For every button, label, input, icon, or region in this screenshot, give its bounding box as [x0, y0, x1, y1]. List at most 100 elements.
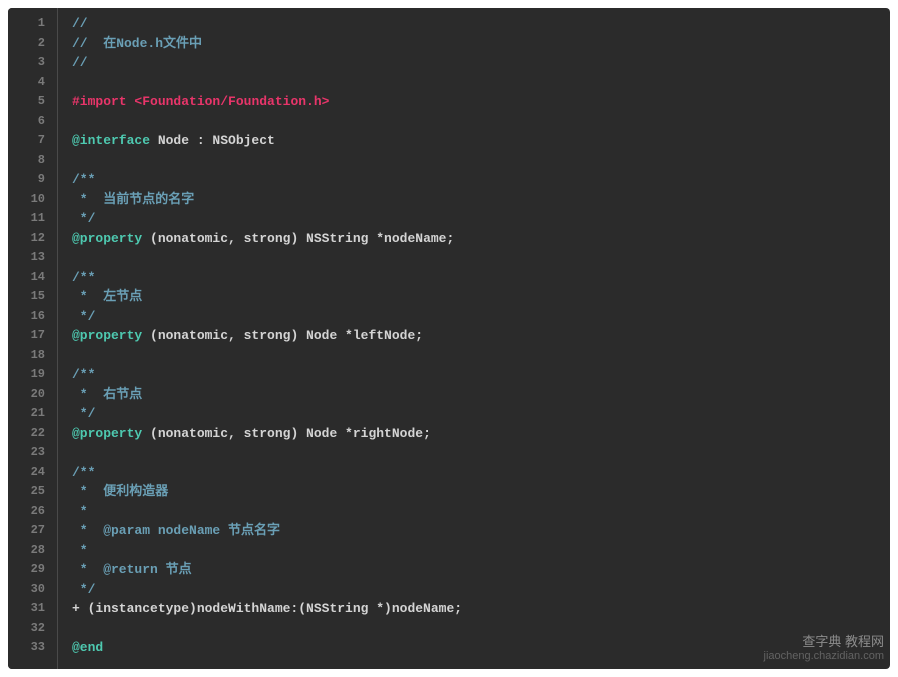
line-number: 11	[8, 209, 57, 229]
line-number: 2	[8, 34, 57, 54]
line-number: 33	[8, 638, 57, 658]
line-number: 14	[8, 268, 57, 288]
code-token: //	[72, 55, 88, 70]
line-number: 5	[8, 92, 57, 112]
line-number: 23	[8, 443, 57, 463]
code-line: * @param nodeName 节点名字	[72, 521, 890, 541]
code-token: /**	[72, 367, 95, 382]
code-token: * 便利构造器	[72, 484, 168, 499]
line-number: 20	[8, 385, 57, 405]
code-token: @property	[72, 426, 142, 441]
line-number: 24	[8, 463, 57, 483]
code-line: * @return 节点	[72, 560, 890, 580]
line-number: 27	[8, 521, 57, 541]
line-number: 17	[8, 326, 57, 346]
code-token: /**	[72, 172, 95, 187]
code-line	[72, 73, 890, 93]
line-number: 1	[8, 14, 57, 34]
line-number-gutter: 1234567891011121314151617181920212223242…	[8, 8, 58, 669]
line-number: 25	[8, 482, 57, 502]
code-token: * @param nodeName 节点名字	[72, 523, 280, 538]
code-line: @property (nonatomic, strong) NSString *…	[72, 229, 890, 249]
line-number: 26	[8, 502, 57, 522]
code-token: */	[72, 211, 95, 226]
code-line: + (instancetype)nodeWithName:(NSString *…	[72, 599, 890, 619]
code-line: //	[72, 53, 890, 73]
code-line: /**	[72, 463, 890, 483]
code-token: (nonatomic, strong) NSString *nodeName;	[142, 231, 454, 246]
code-token: * 当前节点的名字	[72, 192, 194, 207]
code-line	[72, 248, 890, 268]
code-line: * 当前节点的名字	[72, 190, 890, 210]
line-number: 18	[8, 346, 57, 366]
code-token: //	[72, 16, 88, 31]
code-token: /**	[72, 465, 95, 480]
line-number: 9	[8, 170, 57, 190]
code-line	[72, 151, 890, 171]
line-number: 28	[8, 541, 57, 561]
code-line: *	[72, 502, 890, 522]
line-number: 13	[8, 248, 57, 268]
line-number: 15	[8, 287, 57, 307]
line-number: 7	[8, 131, 57, 151]
code-token: *	[72, 543, 88, 558]
watermark-url: jiaocheng.chazidian.com	[764, 650, 884, 662]
line-number: 16	[8, 307, 57, 327]
line-number: 29	[8, 560, 57, 580]
code-token: + (instancetype)nodeWithName:(NSString *…	[72, 601, 462, 616]
line-number: 8	[8, 151, 57, 171]
code-line: * 便利构造器	[72, 482, 890, 502]
code-line: * 右节点	[72, 385, 890, 405]
code-token: (nonatomic, strong) Node *leftNode;	[142, 328, 423, 343]
code-token: * @return 节点	[72, 562, 192, 577]
line-number: 4	[8, 73, 57, 93]
code-line: /**	[72, 268, 890, 288]
code-content[interactable]: // // 在Node.h文件中 // #import <Foundation/Fou…	[58, 8, 890, 669]
code-token: @interface	[72, 133, 150, 148]
line-number: 21	[8, 404, 57, 424]
line-number: 32	[8, 619, 57, 639]
code-line: * 左节点	[72, 287, 890, 307]
line-number: 22	[8, 424, 57, 444]
line-number: 6	[8, 112, 57, 132]
code-token: #import	[72, 94, 134, 109]
code-line: */	[72, 307, 890, 327]
line-number: 31	[8, 599, 57, 619]
code-token: (nonatomic, strong) Node *rightNode;	[142, 426, 431, 441]
code-line: //	[72, 14, 890, 34]
code-line: */	[72, 404, 890, 424]
line-number: 30	[8, 580, 57, 600]
code-token: @end	[72, 640, 103, 655]
watermark: 查字典 教程网 jiaocheng.chazidian.com	[764, 634, 884, 663]
code-token: */	[72, 582, 95, 597]
code-token: @property	[72, 231, 142, 246]
line-number: 10	[8, 190, 57, 210]
line-number: 12	[8, 229, 57, 249]
code-line	[72, 112, 890, 132]
code-line: // 在Node.h文件中	[72, 34, 890, 54]
code-token: /**	[72, 270, 95, 285]
watermark-title: 查字典 教程网	[802, 634, 884, 649]
code-line: /**	[72, 365, 890, 385]
code-token: */	[72, 309, 95, 324]
code-line: @property (nonatomic, strong) Node *left…	[72, 326, 890, 346]
line-number: 3	[8, 53, 57, 73]
code-line: @property (nonatomic, strong) Node *righ…	[72, 424, 890, 444]
code-line: */	[72, 209, 890, 229]
code-token: // 在Node.h文件中	[72, 36, 202, 51]
code-line: *	[72, 541, 890, 561]
code-line: /**	[72, 170, 890, 190]
code-block: 1234567891011121314151617181920212223242…	[8, 8, 890, 669]
code-token: * 右节点	[72, 387, 142, 402]
code-line	[72, 443, 890, 463]
code-token: <Foundation/Foundation.h>	[134, 94, 329, 109]
code-token: * 左节点	[72, 289, 142, 304]
code-line: #import <Foundation/Foundation.h>	[72, 92, 890, 112]
code-line: */	[72, 580, 890, 600]
code-token: @property	[72, 328, 142, 343]
code-line	[72, 346, 890, 366]
code-token: Node : NSObject	[150, 133, 275, 148]
code-line: @interface Node : NSObject	[72, 131, 890, 151]
line-number: 19	[8, 365, 57, 385]
code-token: *	[72, 504, 88, 519]
